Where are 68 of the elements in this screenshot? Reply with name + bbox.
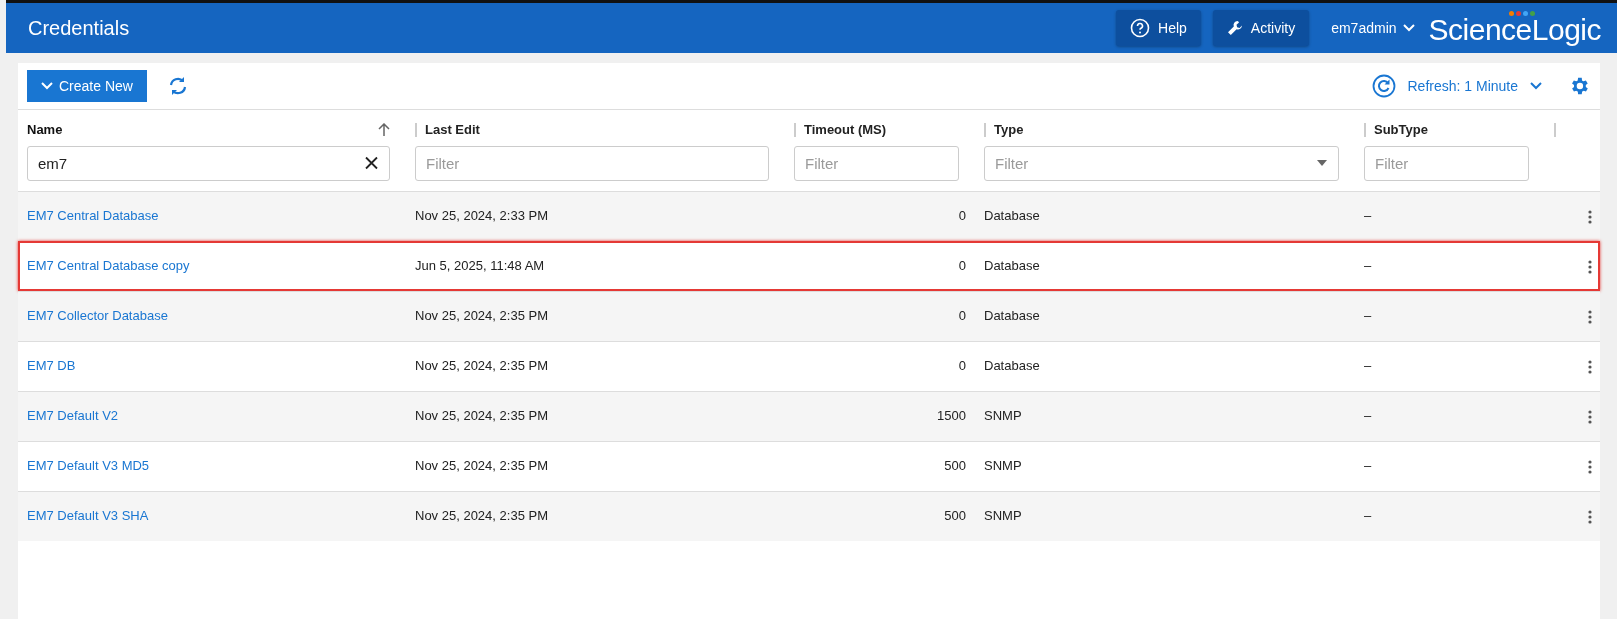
refresh-icon <box>1371 74 1396 98</box>
credential-link[interactable]: EM7 Collector Database <box>27 308 168 324</box>
column-header: SubType <box>1374 121 1428 139</box>
column-header: Name <box>27 121 63 139</box>
more-options-icon[interactable] <box>1588 309 1592 324</box>
more-options-icon[interactable] <box>1588 459 1592 474</box>
table-cell: Jun 5, 2025, 11:48 AM <box>415 258 545 274</box>
table-cell: Database <box>984 208 1040 224</box>
credential-link[interactable]: EM7 DB <box>27 358 76 374</box>
more-options-icon[interactable] <box>1588 409 1592 424</box>
table-cell: 0 <box>958 208 966 224</box>
filter-field[interactable]: Filter <box>794 145 959 181</box>
table-cell: SNMP <box>984 508 1022 524</box>
table-cell: – <box>1364 408 1372 424</box>
table-cell: SNMP <box>984 458 1022 474</box>
chevron-down-icon <box>1530 82 1542 90</box>
type-filter-dropdown[interactable]: Filter <box>984 145 1339 181</box>
table-cell: 500 <box>944 508 966 524</box>
activity-button[interactable]: Activity <box>1212 10 1310 46</box>
create-new-button[interactable]: Create New <box>27 70 147 102</box>
more-options-icon[interactable] <box>1588 209 1592 224</box>
chevron-down-icon <box>1402 24 1415 32</box>
more-options-icon[interactable] <box>1588 509 1592 524</box>
credential-link[interactable]: EM7 Default V3 SHA <box>27 508 149 524</box>
clear-icon[interactable] <box>365 156 378 170</box>
table-cell: SNMP <box>984 408 1022 424</box>
column-header: Last Edit <box>425 121 480 139</box>
credential-link[interactable]: EM7 Default V2 <box>27 408 119 424</box>
table-cell: Nov 25, 2024, 2:35 PM <box>415 308 548 324</box>
refresh-interval-dropdown[interactable]: Refresh: 1 Minute <box>1365 73 1548 99</box>
table-cell: – <box>1364 258 1372 274</box>
table-cell: – <box>1364 458 1372 474</box>
help-button[interactable]: Help <box>1116 10 1201 46</box>
logo: ScienceLogic <box>1428 11 1601 45</box>
table-cell: 0 <box>958 308 966 324</box>
column-header: Timeout (MS) <box>804 121 887 139</box>
page-title: Credentials <box>28 16 131 41</box>
table-cell: – <box>1364 308 1372 324</box>
table-cell: Nov 25, 2024, 2:35 PM <box>415 458 548 474</box>
table-cell: Database <box>984 258 1040 274</box>
filter-field[interactable]: em7 <box>27 145 390 181</box>
filter-field[interactable]: Filter <box>415 145 769 181</box>
filter-field[interactable]: Filter <box>1364 145 1529 181</box>
table-cell: 0 <box>958 258 966 274</box>
more-options-icon[interactable] <box>1588 259 1592 274</box>
credential-link[interactable]: EM7 Central Database <box>27 208 159 224</box>
help-icon <box>1130 18 1151 38</box>
table-cell: Nov 25, 2024, 2:35 PM <box>415 508 548 524</box>
table-cell: 500 <box>944 458 966 474</box>
table-cell: – <box>1364 208 1372 224</box>
table-cell: Nov 25, 2024, 2:33 PM <box>415 208 548 224</box>
table-cell: – <box>1364 508 1372 524</box>
table-cell: 0 <box>958 358 966 374</box>
user-menu[interactable]: em7admin <box>1325 16 1421 40</box>
caret-icon <box>1317 160 1327 166</box>
credential-link[interactable]: EM7 Default V3 MD5 <box>27 458 150 474</box>
more-options-icon[interactable] <box>1588 359 1592 374</box>
table-cell: Nov 25, 2024, 2:35 PM <box>415 358 548 374</box>
table-cell: Database <box>984 308 1040 324</box>
column-header: Type <box>994 121 1024 139</box>
chevron-down-icon <box>41 82 53 90</box>
table-cell: Database <box>984 358 1040 374</box>
table-cell: Nov 25, 2024, 2:35 PM <box>415 408 548 424</box>
wrench-icon <box>1226 20 1243 36</box>
credential-link[interactable]: EM7 Central Database copy <box>27 258 190 274</box>
sort-arrow-up-icon[interactable] <box>378 122 390 137</box>
table-cell: 1500 <box>937 408 966 424</box>
table-cell: – <box>1364 358 1372 374</box>
